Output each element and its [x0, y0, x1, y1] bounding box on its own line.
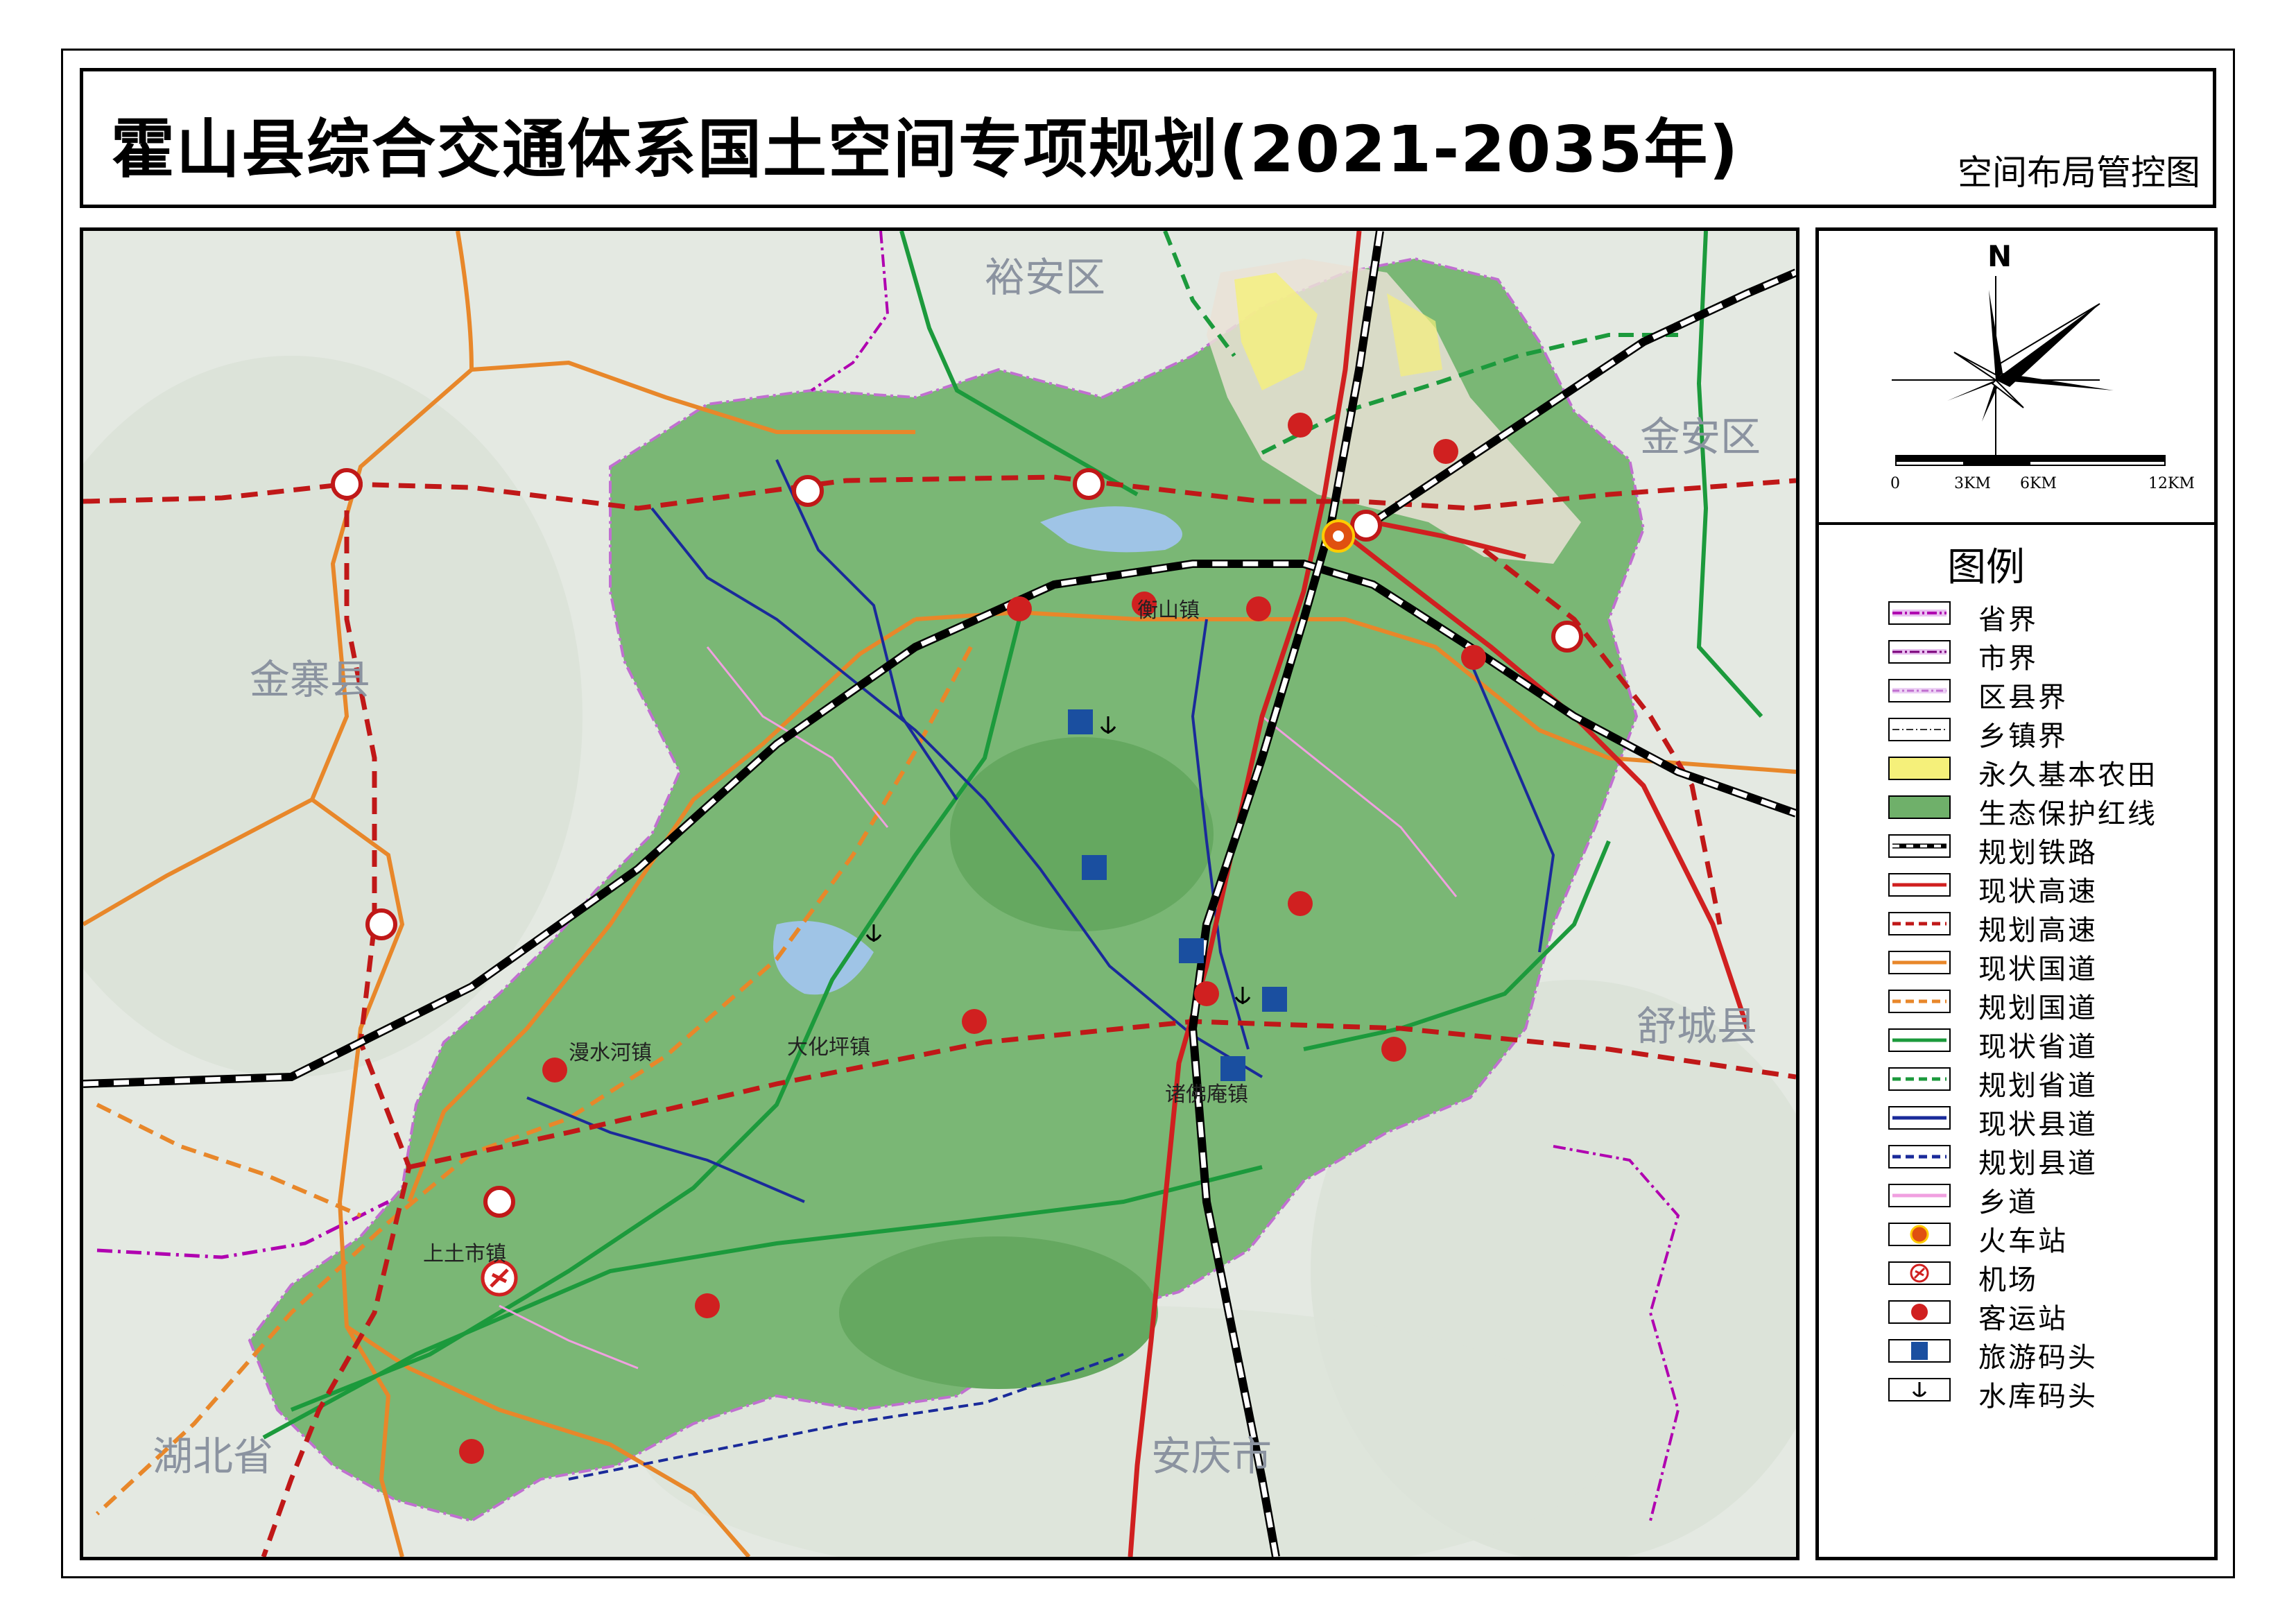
- legend-symbol: [1888, 757, 1951, 780]
- legend-item: 区县界: [1888, 676, 2214, 714]
- legend-symbol: [1888, 873, 1951, 897]
- legend-item: 现状国道: [1888, 948, 2214, 985]
- page-title: 霍山县综合交通体系国土空间专项规划(2021-2035年): [111, 112, 1740, 187]
- eco-core: [839, 1236, 1158, 1389]
- legend-label: 生态保护红线: [1978, 798, 2157, 830]
- scale-tick: 6KM: [2020, 475, 2057, 492]
- legend-label: 市界: [1978, 643, 2038, 675]
- legend-item: 现状省道: [1888, 1026, 2214, 1063]
- legend-item: 规划省道: [1888, 1064, 2214, 1102]
- legend-symbol: [1888, 640, 1951, 664]
- town-label: 衡山镇: [1137, 598, 1200, 623]
- legend-symbol: [1888, 1067, 1951, 1091]
- legend-item: 火车站: [1888, 1220, 2214, 1257]
- legend-label: 规划国道: [1978, 992, 2098, 1024]
- legend-label: 火车站: [1978, 1225, 2068, 1257]
- legend-label: 现状国道: [1978, 954, 2098, 985]
- legend-item: 现状县道: [1888, 1103, 2214, 1141]
- legend-item: 规划铁路: [1888, 831, 2214, 869]
- region-label-shucheng: 舒城县: [1637, 1003, 1758, 1050]
- eco-core: [950, 737, 1214, 931]
- town-label: 漫水河镇: [569, 1041, 652, 1065]
- legend-symbol: [1888, 1378, 1951, 1401]
- legend-label: 省界: [1978, 604, 2038, 636]
- train-station-icon: [1322, 519, 1355, 553]
- legend-label: 客运站: [1978, 1303, 2068, 1335]
- map-panel[interactable]: 裕安区 金安区 金寨县 舒城县 湖北省 安庆市 衡山镇 大化坪镇 漫水河镇 诸佛…: [80, 227, 1799, 1560]
- scale-tick: 12KM: [2148, 475, 2195, 492]
- legend-symbol: [1888, 951, 1951, 974]
- legend-item: 乡镇界: [1888, 715, 2214, 752]
- region-label-yuan: 裕安区: [985, 254, 1106, 301]
- legend-label: 乡道: [1978, 1187, 2038, 1218]
- legend-label: 永久基本农田: [1978, 759, 2157, 791]
- legend-label: 区县界: [1978, 682, 2068, 714]
- legend-label: 旅游码头: [1978, 1342, 2098, 1374]
- legend-label: 现状高速: [1978, 876, 2098, 908]
- legend-item: 规划县道: [1888, 1142, 2214, 1180]
- legend-symbol: [1888, 1339, 1951, 1363]
- legend-item: 旅游码头: [1888, 1336, 2214, 1374]
- region-label-hubei: 湖北省: [153, 1433, 274, 1480]
- scale-bar: [1895, 455, 2166, 470]
- legend-item: 规划高速: [1888, 909, 2214, 947]
- legend-symbol: [1888, 601, 1951, 625]
- legend-symbol: [1888, 1223, 1951, 1246]
- legend-symbol: [1888, 1145, 1951, 1168]
- legend-symbol: [1888, 1106, 1951, 1130]
- title-bar: 霍山县综合交通体系国土空间专项规划(2021-2035年) 空间布局管控图: [80, 68, 2216, 208]
- legend-item: 乡道: [1888, 1181, 2214, 1218]
- legend-item: 水库码头: [1888, 1375, 2214, 1413]
- legend-symbol: [1888, 718, 1951, 741]
- legend-symbol: [1888, 1184, 1951, 1207]
- region-label-jinzhai: 金寨县: [250, 656, 371, 703]
- legend-title: 图例: [1947, 545, 2025, 590]
- town-label: 诸佛庵镇: [1165, 1082, 1248, 1107]
- legend-label: 现状省道: [1978, 1031, 2098, 1063]
- legend-label: 规划高速: [1978, 915, 2098, 947]
- legend-item: 机场: [1888, 1259, 2214, 1296]
- page-subtitle: 空间布局管控图: [1958, 153, 2200, 193]
- legend-item: 生态保护红线: [1888, 793, 2214, 830]
- region-label-anqing: 安庆市: [1151, 1433, 1272, 1480]
- legend-item: 永久基本农田: [1888, 754, 2214, 791]
- legend-symbol: [1888, 1261, 1951, 1285]
- scale-tick: 3KM: [1954, 475, 1991, 492]
- legend-symbol: [1888, 795, 1951, 819]
- legend-symbol: [1888, 1028, 1951, 1052]
- map-canvas: [83, 231, 1796, 1557]
- legend-panel: N 0 3KM 6KM 12KM 图例 省界 市界 区县界 乡镇界 永久基本农田…: [1815, 227, 2218, 1560]
- legend-label: 规划省道: [1978, 1070, 2098, 1102]
- legend-item: 规划国道: [1888, 987, 2214, 1024]
- legend-symbol: [1888, 679, 1951, 702]
- scale-tick: 0: [1890, 475, 1900, 492]
- legend-label: 水库码头: [1978, 1381, 2098, 1413]
- legend-symbol: [1888, 912, 1951, 935]
- legend-item: 客运站: [1888, 1297, 2214, 1335]
- legend-symbol: [1888, 1300, 1951, 1324]
- legend-label: 现状县道: [1978, 1109, 2098, 1141]
- region-label-jinan: 金安区: [1640, 413, 1761, 460]
- town-label: 大化坪镇: [787, 1035, 870, 1060]
- legend-item: 市界: [1888, 637, 2214, 675]
- town-label: 上土市镇: [423, 1242, 506, 1266]
- legend-item: 现状高速: [1888, 870, 2214, 908]
- legend-label: 机场: [1978, 1264, 2038, 1296]
- legend-label: 规划县道: [1978, 1148, 2098, 1180]
- legend-label: 规划铁路: [1978, 837, 2098, 869]
- legend-item: 省界: [1888, 598, 2214, 636]
- compass-block: N 0 3KM 6KM 12KM: [1819, 231, 2214, 525]
- legend-symbol: [1888, 990, 1951, 1013]
- legend-symbol: [1888, 834, 1951, 858]
- legend-label: 乡镇界: [1978, 721, 2068, 752]
